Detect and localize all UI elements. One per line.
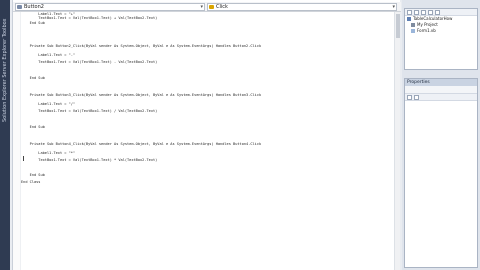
categorized-icon[interactable] bbox=[407, 95, 412, 100]
code-editor[interactable]: Button2 ▾ Click ▾ Label1.Text = "+" Text… bbox=[12, 0, 401, 270]
right-tool-windows: TableCalculatorHow My Project Form1.vb P… bbox=[402, 0, 480, 270]
code-line: End Sub bbox=[21, 173, 45, 177]
editor-margin bbox=[13, 12, 21, 270]
code-line: Private Sub Button3_Click(ByVal sender A… bbox=[21, 93, 262, 97]
properties-icon[interactable] bbox=[407, 10, 412, 15]
text-caret bbox=[23, 156, 24, 161]
code-area[interactable]: Label1.Text = "+" TextBox1.Text = Val(Te… bbox=[21, 8, 391, 270]
view-code-icon[interactable] bbox=[428, 10, 433, 15]
code-line: End Sub bbox=[21, 20, 45, 25]
code-line: Private Sub Button2_Click(ByVal sender A… bbox=[21, 44, 262, 48]
properties-object-selector[interactable] bbox=[405, 86, 477, 94]
chevron-down-icon: ▾ bbox=[392, 4, 395, 10]
editor-vertical-scrollbar[interactable] bbox=[394, 12, 400, 270]
code-line: Label1.Text = "*" bbox=[21, 151, 76, 155]
code-line: TextBox1.Text = Val(TextBox1.Text) - Val… bbox=[21, 60, 158, 64]
tree-item-label: Form1.vb bbox=[417, 28, 436, 33]
code-line: TextBox1.Text = Val(TextBox1.Text) / Val… bbox=[21, 109, 158, 113]
view-designer-icon[interactable] bbox=[435, 10, 440, 15]
toolbox-strip[interactable]: Solution Explorer Server Explorer Toolbo… bbox=[0, 0, 10, 270]
code-line: End Class bbox=[21, 180, 41, 184]
properties-title: Properties bbox=[405, 79, 477, 86]
tree-item-form1[interactable]: Form1.vb bbox=[405, 28, 477, 34]
code-line: Label1.Text = "-" bbox=[21, 53, 76, 57]
folder-icon bbox=[411, 23, 415, 27]
refresh-icon[interactable] bbox=[421, 10, 426, 15]
code-line: Label1.Text = "/" bbox=[21, 102, 76, 106]
form-icon bbox=[411, 29, 415, 33]
toolbox-strip-label: Solution Explorer Server Explorer Toolbo… bbox=[2, 18, 8, 122]
solution-explorer-toolbar bbox=[405, 9, 477, 16]
properties-toolbar bbox=[405, 94, 477, 101]
code-line: End Sub bbox=[21, 76, 45, 80]
code-line: Private Sub Button4_Click(ByVal sender A… bbox=[21, 142, 262, 146]
properties-panel: Properties bbox=[404, 78, 478, 268]
scrollbar-thumb[interactable] bbox=[396, 14, 400, 38]
show-all-files-icon[interactable] bbox=[414, 10, 419, 15]
code-line: TextBox1.Text = Val(TextBox1.Text) * Val… bbox=[21, 158, 158, 162]
project-icon bbox=[407, 17, 411, 21]
solution-explorer-panel: TableCalculatorHow My Project Form1.vb bbox=[404, 8, 478, 70]
code-line: End Sub bbox=[21, 125, 45, 129]
alphabetical-icon[interactable] bbox=[414, 95, 419, 100]
